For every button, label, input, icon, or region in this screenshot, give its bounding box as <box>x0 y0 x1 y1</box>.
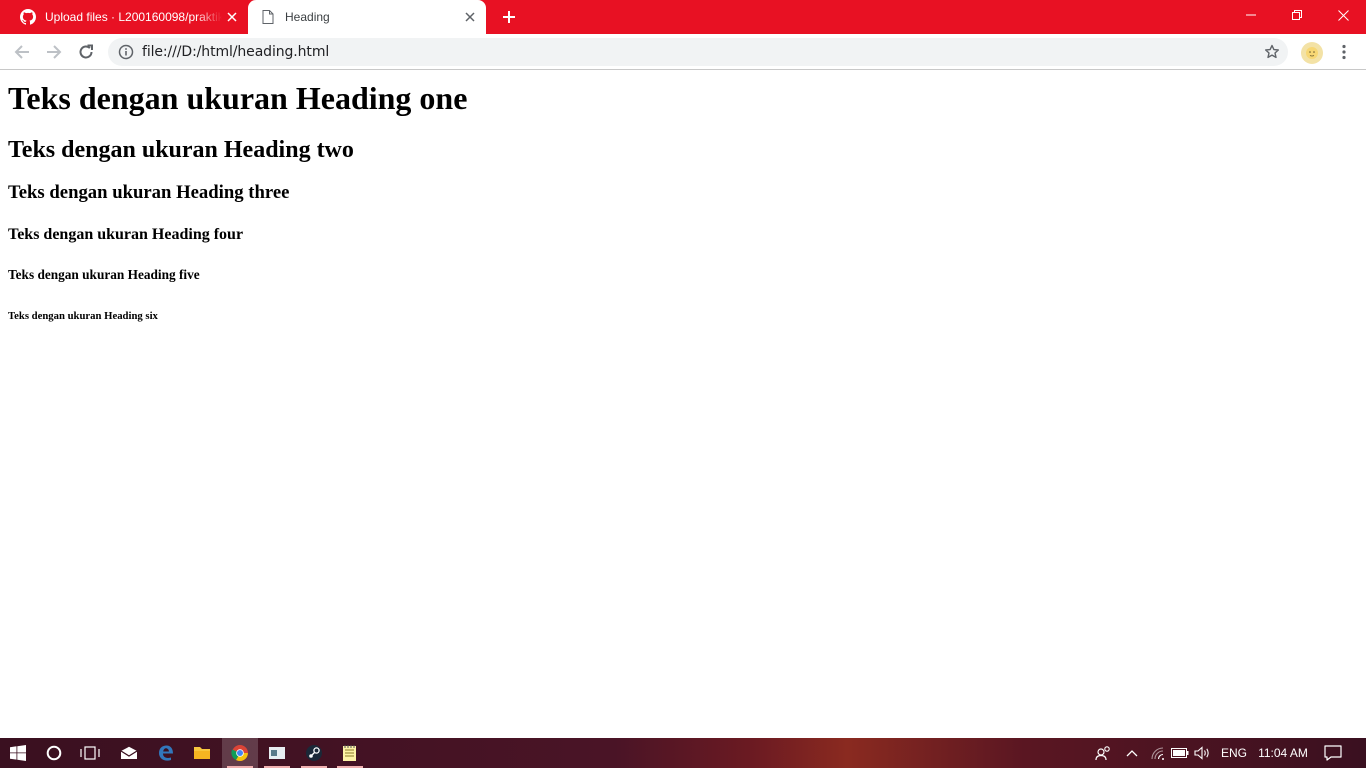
windows-taskbar: ENG 11:04 AM <box>0 738 1366 768</box>
taskbar-notepad[interactable] <box>332 738 368 768</box>
heading-three: Teks dengan ukuran Heading three <box>8 182 290 203</box>
cortana-icon <box>46 745 62 761</box>
close-icon[interactable] <box>222 7 242 27</box>
taskbar-file-explorer[interactable] <box>184 738 220 768</box>
action-center-button[interactable] <box>1318 738 1348 768</box>
taskbar-steam[interactable] <box>296 738 332 768</box>
chrome-icon <box>231 745 248 762</box>
close-icon[interactable] <box>460 7 480 27</box>
clock[interactable]: 11:04 AM <box>1254 738 1312 768</box>
steam-icon <box>306 745 322 761</box>
menu-button[interactable] <box>1332 40 1356 64</box>
tab-title: Upload files · L200160098/praktikum <box>45 10 222 24</box>
heading-four: Teks dengan ukuran Heading four <box>8 226 244 243</box>
back-button[interactable] <box>8 38 36 66</box>
more-vert-icon <box>1342 44 1346 60</box>
language-indicator[interactable]: ENG <box>1216 738 1252 768</box>
edge-icon <box>159 745 173 761</box>
close-icon <box>1337 9 1349 21</box>
arrow-right-icon <box>47 45 62 59</box>
start-button[interactable] <box>0 738 36 768</box>
volume-button[interactable] <box>1192 738 1214 768</box>
cortana-button[interactable] <box>36 738 72 768</box>
github-icon <box>20 9 36 25</box>
url-text[interactable]: file:///D:/html/heading.html <box>142 44 329 60</box>
speaker-icon <box>1194 746 1209 760</box>
tab-title: Heading <box>285 10 330 24</box>
taskbar-edge[interactable] <box>148 738 184 768</box>
people-button[interactable] <box>1092 738 1114 768</box>
heading-six: Teks dengan ukuran Heading six <box>8 310 158 322</box>
forward-button[interactable] <box>40 38 68 66</box>
heading-one: Teks dengan ukuran Heading one <box>8 80 468 116</box>
taskbar-mail[interactable] <box>111 738 147 768</box>
folder-icon <box>194 747 210 759</box>
restore-icon <box>1292 10 1302 20</box>
plus-icon <box>503 11 515 23</box>
window-close-button[interactable] <box>1320 0 1366 30</box>
task-view-icon <box>80 746 100 760</box>
notepad-icon <box>343 745 356 761</box>
browser-titlebar: Upload files · L200160098/praktikum Head… <box>0 0 1366 34</box>
minimize-icon <box>1246 14 1256 16</box>
minimize-button[interactable] <box>1228 0 1274 30</box>
show-hidden-icons-button[interactable] <box>1122 738 1142 768</box>
windows-start-icon <box>10 745 26 761</box>
app-window-icon <box>269 747 285 759</box>
people-icon <box>1095 746 1110 761</box>
tab-upload-files[interactable]: Upload files · L200160098/praktikum <box>8 0 248 34</box>
battery-icon <box>1171 748 1189 758</box>
star-icon[interactable] <box>1262 42 1282 62</box>
page-content: Teks dengan ukuran Heading one Teks deng… <box>0 71 1366 738</box>
notifications-icon <box>1324 745 1342 761</box>
taskbar-app[interactable] <box>259 738 295 768</box>
browser-toolbar: file:///D:/html/heading.html <box>0 34 1366 70</box>
page-icon <box>260 9 276 25</box>
reload-icon <box>79 44 93 59</box>
wifi-icon <box>1151 747 1164 760</box>
tab-heading[interactable]: Heading <box>248 0 486 34</box>
mail-icon <box>120 746 138 759</box>
reload-button[interactable] <box>72 38 100 66</box>
chevron-up-icon <box>1126 750 1138 757</box>
arrow-left-icon <box>14 45 29 59</box>
restore-button[interactable] <box>1274 0 1320 30</box>
heading-two: Teks dengan ukuran Heading two <box>8 137 354 163</box>
info-icon[interactable] <box>118 44 134 60</box>
task-view-button[interactable] <box>72 738 108 768</box>
new-tab-button[interactable] <box>498 6 520 28</box>
heading-five: Teks dengan ukuran Heading five <box>8 267 200 282</box>
taskbar-chrome[interactable] <box>222 738 258 768</box>
network-button[interactable] <box>1148 738 1168 768</box>
profile-icon <box>1306 47 1318 59</box>
avatar[interactable] <box>1301 42 1323 64</box>
address-bar[interactable]: file:///D:/html/heading.html <box>108 38 1288 66</box>
battery-button[interactable] <box>1170 738 1190 768</box>
